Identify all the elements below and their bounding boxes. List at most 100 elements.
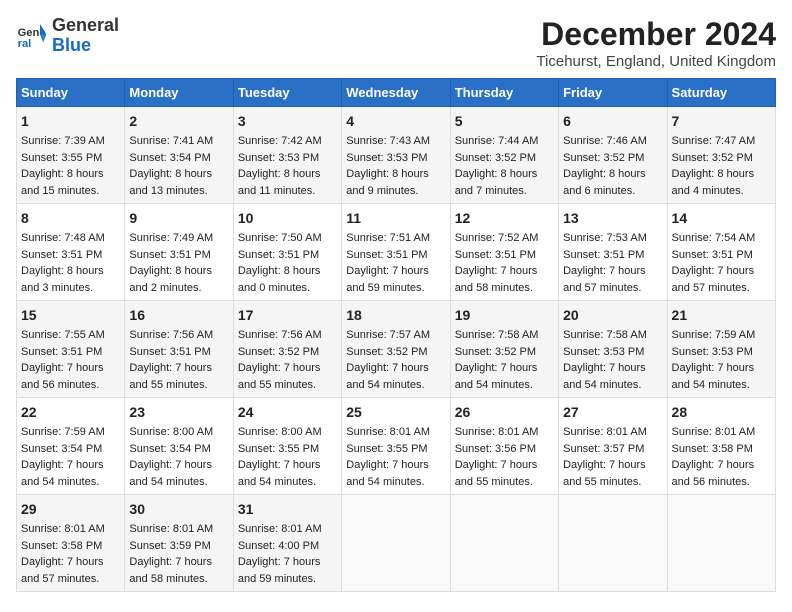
sunset-label: Sunset: 3:52 PM [238,346,319,358]
day-number: 2 [129,111,228,132]
sunset-label: Sunset: 3:51 PM [563,249,644,261]
day-number: 17 [238,305,337,326]
calendar-cell: 25 Sunrise: 8:01 AM Sunset: 3:55 PM Dayligh… [342,398,450,495]
sunset-label: Sunset: 3:51 PM [129,249,210,261]
calendar-cell: 20Sunrise: 7:58 AMSunset: 3:53 PMDayligh… [559,301,667,398]
logo-line2: Blue [52,36,119,56]
sunset-label: Sunset: 3:53 PM [346,152,427,164]
sunset-label: Sunset: 3:55 PM [346,443,427,455]
sunset-label: Sunset: 3:51 PM [238,249,319,261]
day-number: 15 [21,305,120,326]
daylight-label: Daylight: 7 hours and 54 minutes. [238,459,321,488]
header: Gene ral General Blue December 2024 Tice… [16,16,776,70]
sunset-label: Sunset: 3:51 PM [672,249,753,261]
calendar-cell: 12Sunrise: 7:52 AMSunset: 3:51 PMDayligh… [450,204,558,301]
sunrise-label: Sunrise: 8:01 AM [346,426,430,438]
day-number: 24 [238,402,337,423]
calendar-table: SundayMondayTuesdayWednesdayThursdayFrid… [16,78,776,592]
sunrise-label: Sunrise: 7:58 AM [455,329,539,341]
sunset-label: Sunset: 3:51 PM [455,249,536,261]
sunrise-label: Sunrise: 7:56 AM [129,329,213,341]
sunset-label: Sunset: 3:58 PM [672,443,753,455]
day-number: 4 [346,111,445,132]
header-monday: Monday [125,79,233,107]
calendar-cell: 3Sunrise: 7:42 AMSunset: 3:53 PMDaylight… [233,107,341,204]
daylight-label: Daylight: 8 hours and 0 minutes. [238,265,321,294]
header-wednesday: Wednesday [342,79,450,107]
logo: Gene ral General Blue [16,16,119,56]
daylight-label: Daylight: 8 hours and 7 minutes. [455,168,538,197]
sunset-label: Sunset: 4:00 PM [238,540,319,552]
page-title: December 2024 [536,16,776,53]
header-tuesday: Tuesday [233,79,341,107]
sunrise-label: Sunrise: 8:00 AM [238,426,322,438]
sunset-label: Sunset: 3:55 PM [21,152,102,164]
calendar-cell: 23Sunrise: 8:00 AMSunset: 3:54 PMDayligh… [125,398,233,495]
day-number: 31 [238,499,337,520]
calendar-cell: 21Sunrise: 7:59 AMSunset: 3:53 PMDayligh… [667,301,775,398]
sunset-label: Sunset: 3:51 PM [21,249,102,261]
sunset-label: Sunset: 3:54 PM [21,443,102,455]
sunrise-label: Sunrise: 7:57 AM [346,329,430,341]
daylight-label: Daylight: 8 hours and 11 minutes. [238,168,321,197]
calendar-cell: 18Sunrise: 7:57 AMSunset: 3:52 PMDayligh… [342,301,450,398]
daylight-label: Daylight: 7 hours and 54 minutes. [563,362,646,391]
day-number: 13 [563,208,662,229]
calendar-cell: 7Sunrise: 7:47 AMSunset: 3:52 PMDaylight… [667,107,775,204]
day-number: 25 [346,402,445,423]
sunrise-label: Sunrise: 8:00 AM [129,426,213,438]
day-number: 21 [672,305,771,326]
sunrise-label: Sunrise: 7:48 AM [21,232,105,244]
sunrise-label: Sunrise: 7:55 AM [21,329,105,341]
calendar-cell: 16Sunrise: 7:56 AMSunset: 3:51 PMDayligh… [125,301,233,398]
day-number: 8 [21,208,120,229]
svg-text:ral: ral [18,38,32,50]
daylight-label: Daylight: 8 hours and 2 minutes. [129,265,212,294]
sunrise-label: Sunrise: 7:41 AM [129,135,213,147]
calendar-cell: 29Sunrise: 8:01 AMSunset: 3:58 PMDayligh… [17,495,125,592]
day-number: 10 [238,208,337,229]
calendar-cell: 27Sunrise: 8:01 AMSunset: 3:57 PMDayligh… [559,398,667,495]
calendar-cell: 11Sunrise: 7:51 AMSunset: 3:51 PMDayligh… [342,204,450,301]
sunrise-label: Sunrise: 7:56 AM [238,329,322,341]
calendar-cell [667,495,775,592]
day-number: 16 [129,305,228,326]
daylight-label: Daylight: 8 hours and 13 minutes. [129,168,212,197]
day-number: 26 [455,402,554,423]
day-number: 5 [455,111,554,132]
header-saturday: Saturday [667,79,775,107]
calendar-cell: 22Sunrise: 7:59 AMSunset: 3:54 PMDayligh… [17,398,125,495]
calendar-cell: 19Sunrise: 7:58 AMSunset: 3:52 PMDayligh… [450,301,558,398]
daylight-label: Daylight: 7 hours and 54 minutes. [346,459,429,488]
daylight-label: Daylight: 7 hours and 57 minutes. [563,265,646,294]
sunrise-label: Sunrise: 7:54 AM [672,232,756,244]
calendar-cell: 14Sunrise: 7:54 AMSunset: 3:51 PMDayligh… [667,204,775,301]
sunrise-label: Sunrise: 7:58 AM [563,329,647,341]
calendar-week-row: 29Sunrise: 8:01 AMSunset: 3:58 PMDayligh… [17,495,776,592]
header-sunday: Sunday [17,79,125,107]
day-number: 12 [455,208,554,229]
day-number: 27 [563,402,662,423]
day-number: 23 [129,402,228,423]
daylight-label: Daylight: 7 hours and 57 minutes. [21,556,104,585]
calendar-cell: 28Sunrise: 8:01 AMSunset: 3:58 PMDayligh… [667,398,775,495]
daylight-label: Daylight: 7 hours and 54 minutes. [346,362,429,391]
day-number: 7 [672,111,771,132]
day-number: 9 [129,208,228,229]
sunset-label: Sunset: 3:52 PM [563,152,644,164]
calendar-cell: 8Sunrise: 7:48 AMSunset: 3:51 PMDaylight… [17,204,125,301]
sunset-label: Sunset: 3:52 PM [346,346,427,358]
sunset-label: Sunset: 3:53 PM [672,346,753,358]
sunset-label: Sunset: 3:51 PM [129,346,210,358]
logo-text: General Blue [52,16,119,56]
sunrise-label: Sunrise: 7:49 AM [129,232,213,244]
sunrise-label: Sunrise: 8:01 AM [672,426,756,438]
sunrise-label: Sunrise: 7:43 AM [346,135,430,147]
day-number: 30 [129,499,228,520]
day-number: 29 [21,499,120,520]
sunrise-label: Sunrise: 7:59 AM [21,426,105,438]
header-thursday: Thursday [450,79,558,107]
daylight-label: Daylight: 7 hours and 59 minutes. [346,265,429,294]
daylight-label: Daylight: 7 hours and 56 minutes. [21,362,104,391]
logo-line1: General [52,15,119,35]
